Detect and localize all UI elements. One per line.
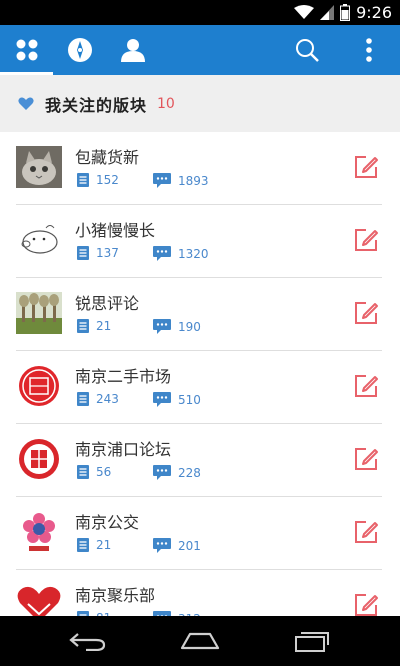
board-name: 小猪慢慢长	[75, 221, 156, 240]
post-count: 243	[77, 392, 119, 406]
wifi-icon	[294, 5, 315, 19]
trees-photo	[16, 292, 62, 334]
reply-count: 201	[153, 538, 201, 553]
search-icon	[296, 39, 319, 62]
reply-count: 510	[153, 392, 201, 407]
tab-discover[interactable]	[54, 25, 106, 75]
post-count: 21	[77, 319, 111, 333]
heart-icon	[18, 96, 34, 112]
flower-logo	[16, 511, 62, 553]
board-item[interactable]: 南京二手市场 243 510	[0, 351, 400, 424]
reply-count: 190	[153, 319, 201, 334]
recents-button[interactable]	[272, 616, 352, 666]
board-item[interactable]: 包藏货新 152 1893	[0, 132, 400, 205]
comment-icon	[153, 246, 171, 261]
edit-icon	[355, 302, 378, 324]
board-name: 南京浦口论坛	[75, 440, 172, 459]
board-name: 南京聚乐部	[75, 586, 156, 605]
edit-button[interactable]	[352, 153, 380, 181]
section-title: 我关注的版块	[45, 95, 148, 115]
heart-hands-logo	[16, 584, 62, 616]
edit-icon	[355, 594, 378, 616]
red-seal-logo	[16, 365, 62, 407]
post-count: 152	[77, 173, 119, 187]
post-count: 21	[77, 538, 111, 552]
status-time: 9:26	[356, 3, 392, 22]
comment-icon	[153, 173, 171, 188]
compass-icon	[68, 38, 92, 62]
edit-button[interactable]	[352, 299, 380, 327]
tab-profile[interactable]	[107, 25, 159, 75]
recents-icon	[295, 632, 329, 652]
board-name: 锐思评论	[75, 294, 140, 313]
reply-count: 1893	[153, 173, 209, 188]
tab-boards[interactable]	[1, 25, 53, 75]
section-count: 10	[157, 95, 175, 112]
battery-icon	[340, 4, 351, 21]
comment-icon	[153, 465, 171, 480]
edit-button[interactable]	[352, 226, 380, 254]
document-icon	[77, 173, 89, 187]
comment-icon	[153, 538, 171, 553]
overflow-menu-button[interactable]	[346, 25, 392, 75]
reply-count: 1320	[153, 246, 209, 261]
document-icon	[77, 246, 89, 260]
edit-button[interactable]	[352, 518, 380, 546]
comment-icon	[153, 319, 171, 334]
edit-icon	[355, 521, 378, 543]
status-bar: 9:26	[0, 0, 400, 25]
edit-icon	[355, 229, 378, 251]
post-count: 56	[77, 465, 111, 479]
edit-button[interactable]	[352, 591, 380, 616]
home-icon	[180, 632, 220, 650]
back-button[interactable]	[48, 616, 128, 666]
cat-photo	[16, 146, 62, 188]
pukou-logo	[16, 438, 62, 480]
board-name: 南京二手市场	[75, 367, 172, 386]
edit-icon	[355, 375, 378, 397]
board-name: 包藏货新	[75, 148, 140, 167]
board-item[interactable]: 南京聚乐部 81 312	[0, 570, 400, 616]
user-icon	[121, 39, 145, 62]
board-name: 南京公交	[75, 513, 140, 532]
board-item[interactable]: 南京浦口论坛 56 228	[0, 424, 400, 497]
edit-icon	[355, 156, 378, 178]
grid-icon	[16, 39, 38, 61]
document-icon	[77, 538, 89, 552]
home-button[interactable]	[160, 616, 240, 666]
signal-icon	[320, 5, 335, 20]
edit-icon	[355, 448, 378, 470]
document-icon	[77, 465, 89, 479]
post-count: 137	[77, 246, 119, 260]
search-button[interactable]	[284, 25, 330, 75]
board-item[interactable]: 小猪慢慢长 137 1320	[0, 205, 400, 278]
board-item[interactable]: 锐思评论 21 190	[0, 278, 400, 351]
section-header: 我关注的版块 10	[0, 75, 400, 132]
board-list: 包藏货新 152 1893 小猪慢慢长 137 1320 锐思评论 21 190…	[0, 132, 400, 616]
navigation-bar	[0, 616, 400, 666]
comment-icon	[153, 392, 171, 407]
board-item[interactable]: 南京公交 21 201	[0, 497, 400, 570]
edit-button[interactable]	[352, 372, 380, 400]
edit-button[interactable]	[352, 445, 380, 473]
app-bar	[0, 25, 400, 75]
document-icon	[77, 392, 89, 406]
reply-count: 228	[153, 465, 201, 480]
document-icon	[77, 319, 89, 333]
overflow-menu-icon	[366, 38, 372, 62]
back-icon	[69, 633, 106, 651]
pig-sketch	[16, 219, 62, 261]
